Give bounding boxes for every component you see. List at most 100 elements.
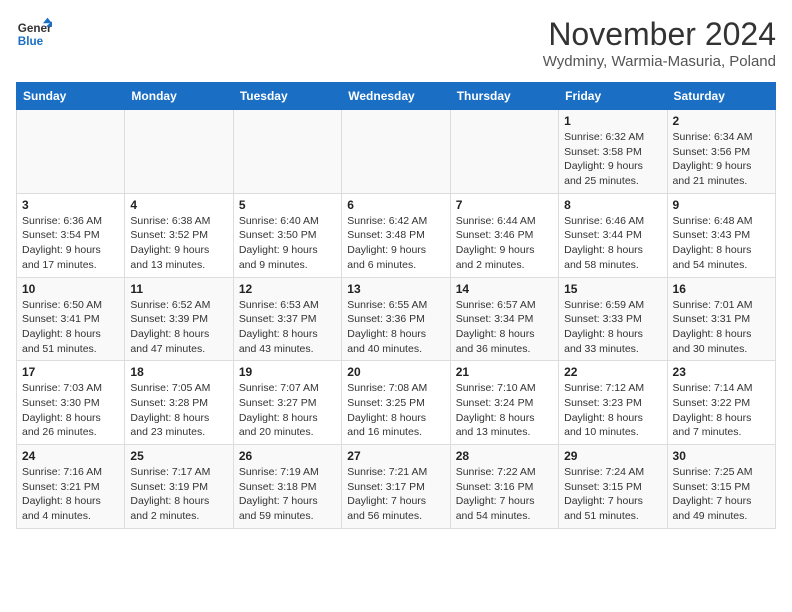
day-cell: 1Sunrise: 6:32 AM Sunset: 3:58 PM Daylig… xyxy=(559,110,667,194)
day-cell: 11 Sunrise: 6:52 AM Sunset: 3:39 PM Dayli… xyxy=(125,277,233,361)
col-header-monday: Monday xyxy=(125,83,233,110)
col-header-friday: Friday xyxy=(559,83,667,110)
day-number: 28 xyxy=(456,449,553,463)
day-cell: 12 Sunrise: 6:53 AM Sunset: 3:37 PM Dayli… xyxy=(233,277,341,361)
col-header-wednesday: Wednesday xyxy=(342,83,450,110)
day-number: 6 xyxy=(347,198,444,212)
day-info: Sunrise: 6:38 AM Sunset: 3:52 PM Dayligh… xyxy=(130,214,227,273)
day-cell: 4Sunrise: 6:38 AM Sunset: 3:52 PM Daylig… xyxy=(125,193,233,277)
day-info: Sunrise: 6:48 AM Sunset: 3:43 PM Dayligh… xyxy=(673,214,770,273)
day-cell: 16 Sunrise: 7:01 AM Sunset: 3:31 PM Dayli… xyxy=(667,277,775,361)
calendar-table: SundayMondayTuesdayWednesdayThursdayFrid… xyxy=(16,82,776,529)
subtitle: Wydminy, Warmia-Masuria, Poland xyxy=(543,53,776,70)
day-info: Sunrise: 7:24 AM Sunset: 3:15 PM Dayligh… xyxy=(564,465,661,524)
col-header-thursday: Thursday xyxy=(450,83,558,110)
day-cell: 2 Sunrise: 6:34 AM Sunset: 3:56 PM Daylig… xyxy=(667,110,775,194)
day-info: Sunrise: 7:10 AM Sunset: 3:24 PM Dayligh… xyxy=(456,381,553,440)
day-number: 3 xyxy=(22,198,119,212)
day-number: 2 xyxy=(673,114,770,128)
day-info: Sunrise: 7:01 AM Sunset: 3:31 PM Dayligh… xyxy=(673,298,770,357)
svg-text:General: General xyxy=(18,22,52,35)
day-info: Sunrise: 6:55 AM Sunset: 3:36 PM Dayligh… xyxy=(347,298,444,357)
col-header-saturday: Saturday xyxy=(667,83,775,110)
col-header-tuesday: Tuesday xyxy=(233,83,341,110)
day-cell: 20 Sunrise: 7:08 AM Sunset: 3:25 PM Dayli… xyxy=(342,361,450,445)
day-cell: 15Sunrise: 6:59 AM Sunset: 3:33 PM Dayli… xyxy=(559,277,667,361)
logo-icon: General Blue xyxy=(16,16,52,52)
day-info: Sunrise: 6:44 AM Sunset: 3:46 PM Dayligh… xyxy=(456,214,553,273)
day-cell xyxy=(342,110,450,194)
day-info: Sunrise: 7:17 AM Sunset: 3:19 PM Dayligh… xyxy=(130,465,227,524)
week-row-4: 17 Sunrise: 7:03 AM Sunset: 3:30 PM Dayli… xyxy=(17,361,776,445)
day-cell: 9 Sunrise: 6:48 AM Sunset: 3:43 PM Daylig… xyxy=(667,193,775,277)
day-info: Sunrise: 7:03 AM Sunset: 3:30 PM Dayligh… xyxy=(22,381,119,440)
day-cell: 7 Sunrise: 6:44 AM Sunset: 3:46 PM Daylig… xyxy=(450,193,558,277)
day-cell: 29 Sunrise: 7:24 AM Sunset: 3:15 PM Dayli… xyxy=(559,445,667,529)
day-cell: 19 Sunrise: 7:07 AM Sunset: 3:27 PM Dayli… xyxy=(233,361,341,445)
day-cell xyxy=(125,110,233,194)
day-number: 11 xyxy=(130,282,227,296)
day-number: 5 xyxy=(239,198,336,212)
day-info: Sunrise: 6:34 AM Sunset: 3:56 PM Dayligh… xyxy=(673,130,770,189)
day-cell: 13Sunrise: 6:55 AM Sunset: 3:36 PM Dayli… xyxy=(342,277,450,361)
day-number: 21 xyxy=(456,365,553,379)
day-number: 30 xyxy=(673,449,770,463)
col-header-sunday: Sunday xyxy=(17,83,125,110)
svg-text:Blue: Blue xyxy=(18,35,44,48)
day-number: 18 xyxy=(130,365,227,379)
day-info: Sunrise: 7:19 AM Sunset: 3:18 PM Dayligh… xyxy=(239,465,336,524)
day-number: 24 xyxy=(22,449,119,463)
day-cell: 23 Sunrise: 7:14 AM Sunset: 3:22 PM Dayli… xyxy=(667,361,775,445)
day-cell: 27 Sunrise: 7:21 AM Sunset: 3:17 PM Dayli… xyxy=(342,445,450,529)
day-cell: 6 Sunrise: 6:42 AM Sunset: 3:48 PM Daylig… xyxy=(342,193,450,277)
day-info: Sunrise: 7:21 AM Sunset: 3:17 PM Dayligh… xyxy=(347,465,444,524)
week-row-5: 24Sunrise: 7:16 AM Sunset: 3:21 PM Dayli… xyxy=(17,445,776,529)
day-cell: 24Sunrise: 7:16 AM Sunset: 3:21 PM Dayli… xyxy=(17,445,125,529)
day-number: 22 xyxy=(564,365,661,379)
day-cell: 25 Sunrise: 7:17 AM Sunset: 3:19 PM Dayli… xyxy=(125,445,233,529)
day-cell: 5Sunrise: 6:40 AM Sunset: 3:50 PM Daylig… xyxy=(233,193,341,277)
day-number: 25 xyxy=(130,449,227,463)
day-number: 8 xyxy=(564,198,661,212)
logo: General Blue xyxy=(16,16,52,52)
day-number: 29 xyxy=(564,449,661,463)
week-row-1: 1Sunrise: 6:32 AM Sunset: 3:58 PM Daylig… xyxy=(17,110,776,194)
day-cell xyxy=(233,110,341,194)
week-row-2: 3 Sunrise: 6:36 AM Sunset: 3:54 PM Daylig… xyxy=(17,193,776,277)
day-number: 14 xyxy=(456,282,553,296)
day-cell: 18 Sunrise: 7:05 AM Sunset: 3:28 PM Dayli… xyxy=(125,361,233,445)
day-number: 7 xyxy=(456,198,553,212)
day-info: Sunrise: 7:05 AM Sunset: 3:28 PM Dayligh… xyxy=(130,381,227,440)
day-info: Sunrise: 7:14 AM Sunset: 3:22 PM Dayligh… xyxy=(673,381,770,440)
day-number: 27 xyxy=(347,449,444,463)
day-number: 19 xyxy=(239,365,336,379)
day-number: 23 xyxy=(673,365,770,379)
day-info: Sunrise: 7:08 AM Sunset: 3:25 PM Dayligh… xyxy=(347,381,444,440)
day-info: Sunrise: 6:59 AM Sunset: 3:33 PM Dayligh… xyxy=(564,298,661,357)
day-cell: 26 Sunrise: 7:19 AM Sunset: 3:18 PM Dayli… xyxy=(233,445,341,529)
day-info: Sunrise: 6:52 AM Sunset: 3:39 PM Dayligh… xyxy=(130,298,227,357)
day-info: Sunrise: 6:53 AM Sunset: 3:37 PM Dayligh… xyxy=(239,298,336,357)
week-row-3: 10 Sunrise: 6:50 AM Sunset: 3:41 PM Dayli… xyxy=(17,277,776,361)
day-cell: 3 Sunrise: 6:36 AM Sunset: 3:54 PM Daylig… xyxy=(17,193,125,277)
day-number: 16 xyxy=(673,282,770,296)
day-info: Sunrise: 7:22 AM Sunset: 3:16 PM Dayligh… xyxy=(456,465,553,524)
main-title: November 2024 xyxy=(543,16,776,53)
day-number: 10 xyxy=(22,282,119,296)
title-area: November 2024 Wydminy, Warmia-Masuria, P… xyxy=(543,16,776,70)
day-number: 9 xyxy=(673,198,770,212)
header-row: SundayMondayTuesdayWednesdayThursdayFrid… xyxy=(17,83,776,110)
day-number: 12 xyxy=(239,282,336,296)
day-info: Sunrise: 7:25 AM Sunset: 3:15 PM Dayligh… xyxy=(673,465,770,524)
day-info: Sunrise: 6:36 AM Sunset: 3:54 PM Dayligh… xyxy=(22,214,119,273)
day-info: Sunrise: 6:50 AM Sunset: 3:41 PM Dayligh… xyxy=(22,298,119,357)
day-number: 26 xyxy=(239,449,336,463)
day-info: Sunrise: 7:07 AM Sunset: 3:27 PM Dayligh… xyxy=(239,381,336,440)
header: General Blue November 2024 Wydminy, Warm… xyxy=(16,16,776,70)
day-cell: 10 Sunrise: 6:50 AM Sunset: 3:41 PM Dayli… xyxy=(17,277,125,361)
day-info: Sunrise: 6:46 AM Sunset: 3:44 PM Dayligh… xyxy=(564,214,661,273)
day-number: 17 xyxy=(22,365,119,379)
day-info: Sunrise: 6:42 AM Sunset: 3:48 PM Dayligh… xyxy=(347,214,444,273)
day-number: 20 xyxy=(347,365,444,379)
day-cell: 14Sunrise: 6:57 AM Sunset: 3:34 PM Dayli… xyxy=(450,277,558,361)
